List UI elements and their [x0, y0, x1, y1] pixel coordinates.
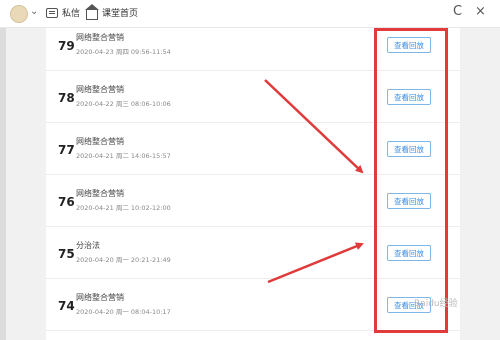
homepage-label: 课堂首页 — [102, 9, 139, 19]
session-time: 2020-04-21 周二 10:02-12:00 — [76, 204, 171, 212]
refresh-icon[interactable]: C — [453, 4, 462, 19]
top-bar: ⌄ 私信 课堂首页 C × — [0, 0, 500, 28]
session-title: 网络整合营销 — [76, 137, 124, 146]
session-title: 网络整合营销 — [76, 85, 124, 94]
session-time: 2020-04-23 周四 09:56-11:54 — [76, 48, 171, 56]
session-time: 2020-04-20 周一 08:04-10:17 — [76, 308, 171, 316]
session-title: 网络整合营销 — [76, 293, 124, 302]
homepage-button[interactable]: 课堂首页 — [85, 3, 139, 20]
messages-label: 私信 — [62, 9, 81, 19]
session-title: 网络整合营销 — [76, 189, 124, 198]
session-number: 77 — [58, 143, 75, 157]
watermark: Baidu经验 — [414, 299, 458, 309]
left-panel-edge — [0, 28, 6, 340]
session-number: 78 — [58, 91, 75, 105]
session-title: 网络整合营销 — [76, 33, 124, 42]
close-icon[interactable]: × — [475, 4, 486, 19]
session-number: 76 — [58, 195, 75, 209]
chevron-down-icon[interactable]: ⌄ — [30, 6, 38, 17]
home-icon — [85, 3, 99, 20]
message-icon — [46, 7, 58, 18]
session-time: 2020-04-21 周二 14:06-15:57 — [76, 152, 171, 160]
session-time: 2020-04-20 周一 20:21-21:49 — [76, 256, 171, 264]
session-number: 79 — [58, 39, 75, 53]
messages-button[interactable]: 私信 — [46, 6, 80, 19]
highlight-box — [374, 28, 448, 333]
session-title: 分治法 — [76, 241, 100, 250]
session-time: 2020-04-22 周三 08:06-10:06 — [76, 100, 171, 108]
session-number: 75 — [58, 247, 75, 261]
avatar[interactable] — [10, 5, 28, 23]
session-number: 74 — [58, 299, 75, 313]
